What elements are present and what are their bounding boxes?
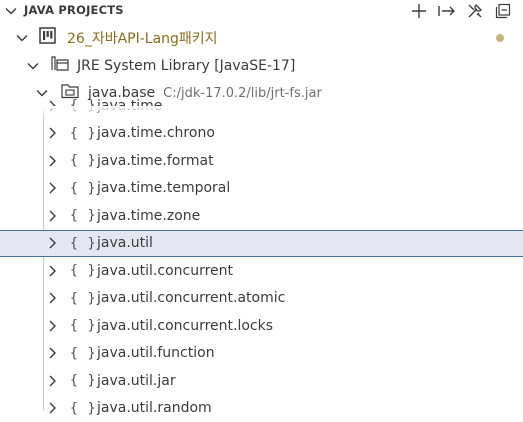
chevron-right-icon[interactable] [45,346,59,360]
package-braces-icon: { } [70,235,97,251]
chevron-down-icon[interactable] [4,3,18,22]
package-braces-icon: { } [70,180,97,196]
package-name: java.util.concurrent.atomic [97,290,286,306]
package-braces-icon: { } [70,318,97,333]
chevron-right-icon[interactable] [45,374,59,388]
modified-indicator [496,33,504,42]
collapse-all-icon[interactable] [493,1,513,21]
tree-item-package[interactable]: { } java.time.zone [0,202,523,229]
chevron-right-icon[interactable] [45,154,59,168]
tree-item-package[interactable]: { } java.time.chrono [0,120,523,147]
tools-icon[interactable] [465,1,485,21]
package-braces-icon: { } [70,263,97,278]
package-braces-icon: { } [70,153,97,168]
chevron-right-icon[interactable] [45,401,59,415]
chevron-down-icon[interactable] [26,59,40,73]
package-braces-icon: { } [70,373,97,388]
java-projects-header[interactable]: JAVA PROJECTS [0,0,523,22]
package-braces-icon: { } [70,400,97,416]
package-braces-icon: { } [70,125,97,141]
library-name: JRE System Library [JavaSE-17] [77,57,296,74]
chevron-right-icon[interactable] [45,264,59,278]
package-braces-icon: { } [70,290,97,306]
project-name: 26_자바API-Lang패키지 [67,30,218,47]
tree-item-package[interactable]: { } java.util.concurrent.locks [0,312,523,339]
package-name: java.time [97,97,163,114]
package-braces-icon: { } [70,345,97,361]
package-name: java.time.format [97,152,214,169]
tree-item-package[interactable]: { } java.util.concurrent [0,257,523,284]
project-board-icon [39,27,56,48]
chevron-right-icon[interactable] [45,236,59,250]
tree-item-package[interactable]: { } java.util.concurrent.atomic [0,285,523,312]
library-icon [51,55,69,76]
package-name: java.util.random [97,400,212,416]
tree-item-package[interactable]: { } java.time.temporal [0,175,523,202]
tree-item-project[interactable]: 26_자바API-Lang패키지 [0,24,523,51]
package-name: java.time.zone [97,207,201,224]
package-name: java.util [97,235,153,251]
plus-icon[interactable] [409,1,429,21]
chevron-right-icon[interactable] [45,99,59,113]
chevron-right-icon[interactable] [45,126,59,140]
package-name: java.util.jar [97,372,176,389]
tree-item-package[interactable]: { } java.util.jar [0,367,523,394]
chevron-right-icon[interactable] [45,319,59,333]
tree-item-library[interactable]: JRE System Library [JavaSE-17] [0,52,523,79]
package-name: java.util.concurrent [97,262,234,279]
package-name: java.time.temporal [97,180,231,196]
package-name: java.time.chrono [97,125,215,141]
tree-item-package[interactable]: { } java.util.random [0,395,523,422]
chevron-right-icon[interactable] [45,209,59,223]
package-name: java.util.function [97,345,215,361]
package-name: java.util.concurrent.locks [97,317,274,334]
tree-item-package[interactable]: { } java.time.format [0,147,523,174]
export-arrow-icon[interactable] [437,1,457,21]
chevron-right-icon[interactable] [45,181,59,195]
tree-item-package[interactable]: { } java.time [0,92,523,119]
tree-item-package[interactable]: { } java.util.function [0,340,523,367]
chevron-right-icon[interactable] [45,291,59,305]
chevron-down-icon[interactable] [15,31,29,45]
package-braces-icon: { } [70,98,97,113]
tree-item-package[interactable]: { } java.util [0,229,523,257]
section-title: JAVA PROJECTS [24,3,124,17]
package-braces-icon: { } [70,208,97,223]
